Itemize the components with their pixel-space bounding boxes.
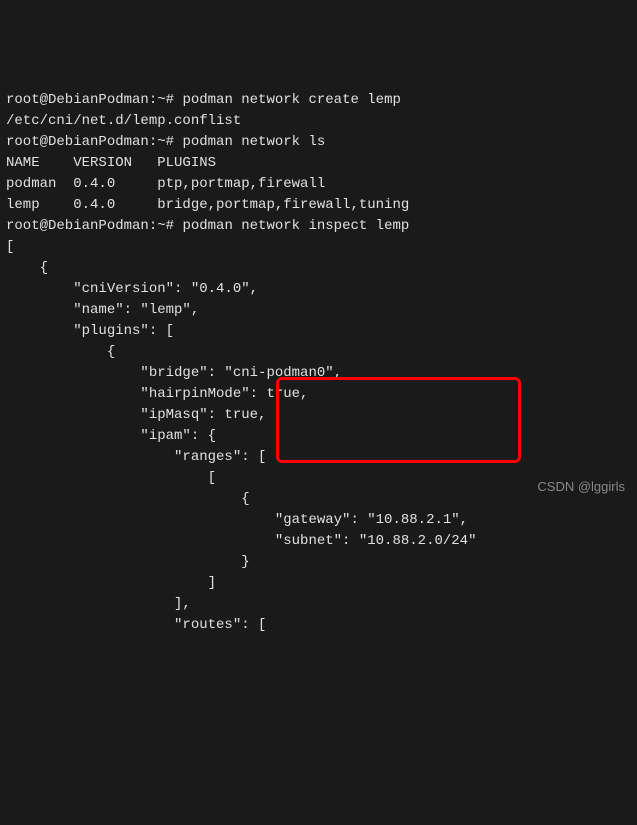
terminal-output-line: "hairpinMode": true,	[6, 386, 308, 402]
terminal-command: podman network ls	[182, 134, 325, 150]
terminal-output-line: {	[6, 491, 250, 507]
terminal-output-line: "plugins": [	[6, 323, 174, 339]
terminal-command: podman network inspect lemp	[182, 218, 409, 234]
terminal-output-line: ],	[6, 596, 191, 612]
watermark: CSDN @lggirls	[537, 477, 625, 497]
terminal-output-line: lemp 0.4.0 bridge,portmap,firewall,tunin…	[6, 197, 409, 213]
terminal-output-line: }	[6, 554, 250, 570]
terminal-output-line: "ipam": {	[6, 428, 216, 444]
terminal-command: podman network create lemp	[182, 92, 400, 108]
terminal-output-line: "bridge": "cni-podman0",	[6, 365, 342, 381]
terminal-prompt: root@DebianPodman:~#	[6, 218, 182, 234]
terminal-output-line: NAME VERSION PLUGINS	[6, 155, 216, 171]
terminal-output-line: "ranges": [	[6, 449, 266, 465]
terminal-prompt: root@DebianPodman:~#	[6, 134, 182, 150]
terminal-output-line: "name": "lemp",	[6, 302, 199, 318]
terminal-output-line: {	[6, 344, 115, 360]
terminal-output-line: "subnet": "10.88.2.0/24"	[6, 533, 476, 549]
terminal-output: root@DebianPodman:~# podman network crea…	[6, 90, 631, 636]
terminal-output-line: ]	[6, 575, 216, 591]
terminal-output-line: "ipMasq": true,	[6, 407, 266, 423]
terminal-output-line: /etc/cni/net.d/lemp.conflist	[6, 113, 241, 129]
terminal-output-line: [	[6, 239, 14, 255]
terminal-prompt: root@DebianPodman:~#	[6, 92, 182, 108]
terminal-output-line: "gateway": "10.88.2.1",	[6, 512, 468, 528]
terminal-output-line: [	[6, 470, 216, 486]
terminal-output-line: "routes": [	[6, 617, 266, 633]
terminal-output-line: podman 0.4.0 ptp,portmap,firewall	[6, 176, 325, 192]
terminal-output-line: {	[6, 260, 48, 276]
terminal-output-line: "cniVersion": "0.4.0",	[6, 281, 258, 297]
